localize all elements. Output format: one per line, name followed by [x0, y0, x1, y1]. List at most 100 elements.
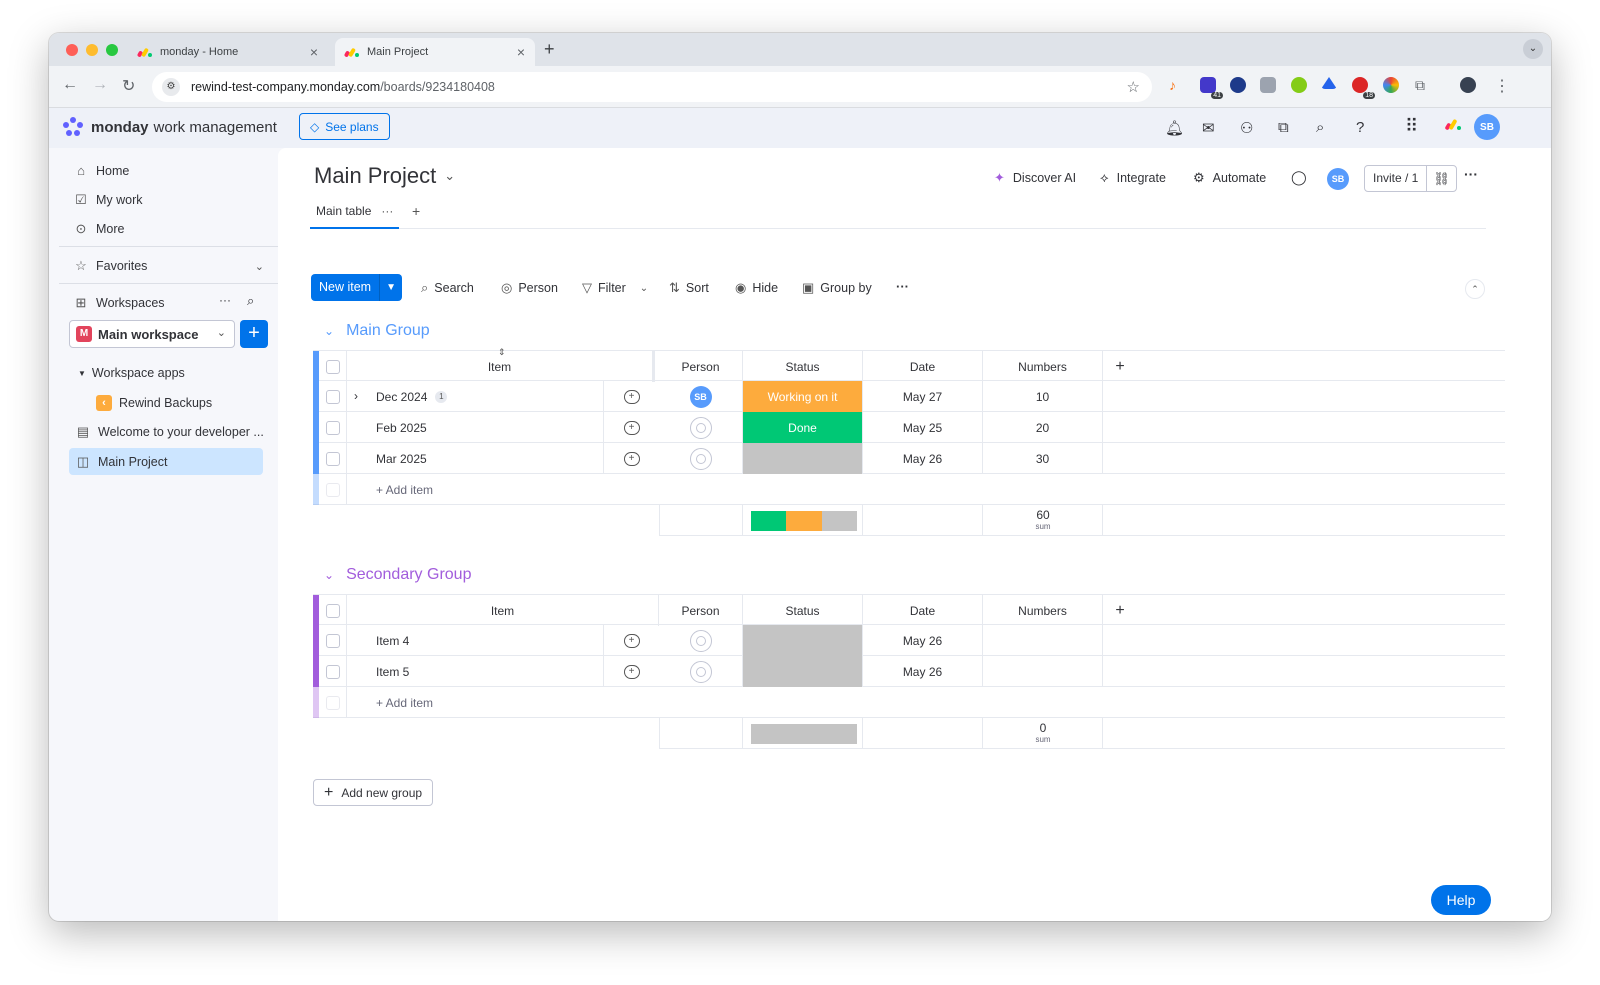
integrate-button[interactable]: ⟡ Integrate [1100, 170, 1166, 186]
row-checkbox[interactable] [325, 451, 340, 466]
workspace-apps-folder[interactable]: ▼ Workspace apps [78, 366, 185, 380]
person-cell[interactable] [659, 656, 743, 687]
row-checkbox[interactable] [325, 664, 340, 679]
invite-button[interactable]: Invite / 1 ⛓ [1364, 165, 1457, 192]
chevron-down-icon[interactable]: ⌄ [324, 324, 334, 338]
row-checkbox[interactable] [325, 389, 340, 404]
workspace-selector[interactable]: M Main workspace ⌄ [69, 320, 235, 348]
extension-calendar-icon[interactable]: 41 [1200, 77, 1223, 99]
status-cell[interactable] [743, 656, 863, 687]
sidebar-item-more[interactable]: ⊙ More [74, 221, 125, 237]
sidebar-favorites[interactable]: ☆ Favorites ⌄ [74, 258, 264, 274]
column-header-person[interactable]: Person [659, 351, 743, 382]
camera-extension-icon[interactable] [1260, 77, 1276, 93]
column-header-numbers[interactable]: Numbers [983, 595, 1103, 626]
numbers-cell[interactable] [983, 625, 1103, 656]
sidebar-item-my-work[interactable]: ☑ My work [74, 192, 142, 208]
status-summary-bar[interactable] [751, 724, 857, 744]
extension-icon[interactable] [1230, 77, 1246, 93]
bookmark-star-icon[interactable]: ☆ [1127, 78, 1140, 96]
board-member-avatar[interactable]: SB [1327, 168, 1349, 190]
workspace-search-icon[interactable]: ⌕ [247, 293, 254, 309]
add-column-icon[interactable]: + [1103, 595, 1137, 626]
user-avatar[interactable]: SB [1474, 114, 1500, 140]
forward-icon[interactable]: → [92, 76, 108, 94]
workspace-options-icon[interactable]: ··· [219, 293, 231, 307]
close-tab-icon[interactable]: × [517, 44, 525, 60]
site-settings-icon[interactable]: ⚙ [162, 78, 180, 96]
help-button[interactable]: Help [1431, 885, 1491, 915]
add-to-workspace-button[interactable]: + [240, 320, 268, 348]
copy-link-icon[interactable]: ⛓ [1427, 171, 1456, 187]
row-checkbox[interactable] [325, 420, 340, 435]
address-bar[interactable]: ⚙ rewind-test-company.monday.com/boards/… [152, 72, 1152, 102]
board-title[interactable]: Main Project ⌄ [314, 163, 455, 189]
search-button[interactable]: ⌕ Search [421, 280, 474, 296]
minimize-window-button[interactable] [86, 44, 98, 56]
column-header-numbers[interactable]: Numbers [983, 351, 1103, 382]
row-checkbox[interactable] [325, 633, 340, 648]
table-row[interactable]: Item 5 + May 26 [313, 656, 1505, 687]
date-cell[interactable]: May 26 [863, 443, 983, 474]
numbers-cell[interactable]: 20 [983, 412, 1103, 443]
table-row[interactable]: Feb 2025 + Done May 25 20 [313, 412, 1505, 443]
inbox-icon[interactable]: ✉ [1202, 119, 1215, 137]
app-switcher-grid-icon[interactable]: ⠿ [1405, 116, 1418, 137]
extension-icon[interactable]: ♪ [1169, 77, 1185, 93]
numbers-cell[interactable] [983, 656, 1103, 687]
hide-button[interactable]: ◉ Hide [735, 280, 778, 296]
column-header-person[interactable]: Person [659, 595, 743, 626]
group-title-secondary[interactable]: ⌄ Secondary Group [324, 566, 471, 584]
add-item-input[interactable]: + Add item [376, 687, 433, 718]
table-row[interactable]: Item 4 + May 26 [313, 625, 1505, 656]
conversation-cell[interactable]: + [603, 656, 659, 687]
add-item-row[interactable]: + Add item [313, 474, 1505, 505]
board-menu-icon[interactable]: ··· [1464, 166, 1478, 182]
column-header-status[interactable]: Status [743, 595, 863, 626]
reload-icon[interactable]: ↻ [122, 76, 135, 96]
close-window-button[interactable] [66, 44, 78, 56]
monday-product-icon[interactable] [1444, 118, 1462, 131]
expand-subitems-icon[interactable]: › [354, 389, 358, 403]
sidebar-item-welcome-doc[interactable]: ▤ Welcome to your developer ... [76, 424, 264, 440]
group-title-main[interactable]: ⌄ Main Group [324, 322, 430, 340]
chevron-down-icon[interactable]: ⌄ [640, 283, 648, 294]
sort-button[interactable]: ⇅ Sort [669, 280, 709, 296]
invite-members-icon[interactable]: ⚇ [1240, 119, 1253, 137]
maximize-window-button[interactable] [106, 44, 118, 56]
close-tab-icon[interactable]: × [310, 44, 318, 60]
apps-marketplace-icon[interactable]: ⧉ [1278, 119, 1289, 136]
select-all-checkbox[interactable] [325, 603, 340, 618]
chevron-down-icon[interactable]: ▼ [380, 282, 402, 293]
conversation-cell[interactable]: + [603, 443, 659, 474]
extensions-puzzle-icon[interactable]: ⧉ [1415, 77, 1431, 93]
extension-icon[interactable]: 18 [1352, 77, 1375, 99]
table-row[interactable]: Mar 2025 + May 26 30 [313, 443, 1505, 474]
conversation-cell[interactable]: + [603, 412, 659, 443]
add-item-row[interactable]: + Add item [313, 687, 1505, 718]
browser-tab-home[interactable]: monday - Home × [128, 38, 328, 66]
column-header-item[interactable]: Item [347, 595, 659, 626]
lightbulb-extension-icon[interactable] [1291, 77, 1307, 93]
drive-extension-icon[interactable] [1321, 77, 1337, 89]
sidebar-item-main-project[interactable]: ◫ Main Project [76, 454, 168, 470]
person-cell[interactable]: SB [659, 381, 743, 412]
person-cell[interactable] [659, 443, 743, 474]
person-cell[interactable] [659, 412, 743, 443]
add-column-icon[interactable]: + [1103, 351, 1137, 382]
tab-options-icon[interactable]: ··· [381, 204, 393, 218]
status-summary-bar[interactable] [751, 511, 857, 531]
monday-logo[interactable]: monday work management [63, 117, 277, 137]
numbers-cell[interactable]: 30 [983, 443, 1103, 474]
resize-column-icon[interactable]: ⇕ [498, 347, 506, 358]
chrome-extension-icon[interactable] [1383, 77, 1399, 93]
add-view-icon[interactable]: + [412, 203, 420, 219]
add-new-group-button[interactable]: + Add new group [313, 779, 434, 806]
item-name[interactable]: Dec 2024 1 [376, 381, 448, 412]
item-name[interactable]: Mar 2025 [376, 443, 427, 474]
collapse-header-icon[interactable]: ⌃ [1465, 279, 1485, 299]
date-cell[interactable]: May 25 [863, 412, 983, 443]
numbers-sum[interactable]: 60 sum [983, 509, 1103, 533]
date-cell[interactable]: May 27 [863, 381, 983, 412]
tab-search-icon[interactable]: ⌄ [1523, 39, 1543, 59]
